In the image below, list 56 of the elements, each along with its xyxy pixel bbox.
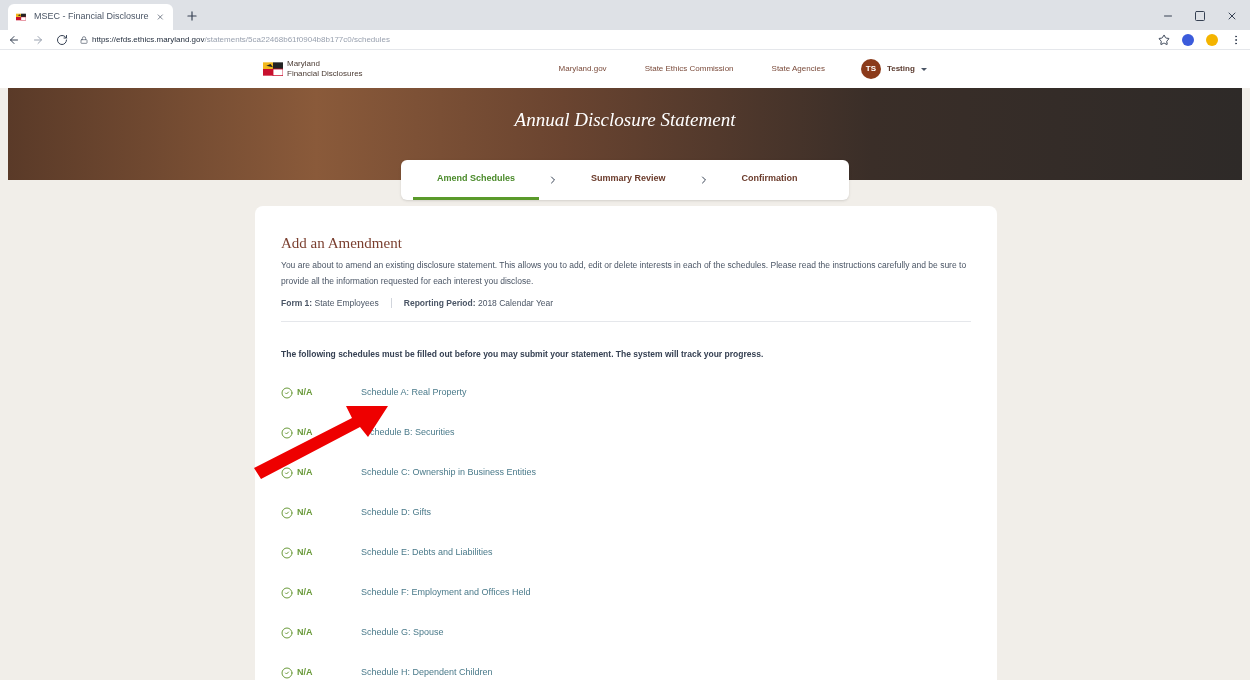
intro-text: You are about to amend an existing disclosure statement. This allows you to add, edit or delete interests in each of the schedules. Please read the instructions carefully and be sure to provide all the information requested for each interest you disclose. [281,258,968,288]
check-circle-icon [281,427,293,439]
status-label: N/A [297,546,313,560]
url-path: /statements/5ca22468b61f0904b8b177c0/schedules [204,33,390,46]
browser-tab[interactable]: MSEC - Financial Disclosure [8,4,173,30]
check-circle-icon [281,627,293,639]
step-tab[interactable]: Confirmation [717,160,822,200]
form-label: Form 1: State Employees [281,296,379,310]
status-label: N/A [297,386,313,400]
restore-icon[interactable] [1194,10,1206,22]
card-title: Add an Amendment [281,234,403,253]
check-circle-icon [281,467,293,479]
user-name: Testing [886,63,915,75]
nav-link[interactable]: Maryland.gov [558,63,607,75]
step-tab[interactable]: Summary Review [567,160,690,200]
back-icon[interactable] [8,33,20,46]
check-circle-icon [281,507,293,519]
nav-link[interactable]: State Agencies [771,63,825,75]
flag-logo-icon [263,62,283,76]
status-label: N/A [297,466,313,480]
bookmark-star-icon[interactable] [1158,33,1170,46]
lock-icon [80,35,88,44]
status-label: N/A [297,506,313,520]
hero-title: Annual Disclosure Statement [514,108,736,130]
user-menu[interactable]: TS Testing [860,59,927,79]
schedule-link[interactable]: Schedule D: Gifts [361,506,432,520]
caret-icon [920,67,927,71]
url-host: https://efds.ethics.maryland.gov [92,33,205,46]
status-label: N/A [297,666,313,680]
user-avatar: TS [860,59,881,79]
check-circle-icon [281,667,293,679]
schedule-link[interactable]: Schedule E: Debts and Liabilities [361,546,493,560]
check-circle-icon [281,547,293,559]
step-tab[interactable]: Amend Schedules [413,160,540,200]
schedule-link[interactable]: Schedule C: Ownership in Business Entities [361,466,537,480]
nav-link[interactable]: State Ethics Commission [644,63,734,75]
period-label: Reporting Period: 2018 Calendar Year [403,296,554,310]
reload-icon[interactable] [56,33,68,46]
schedule-link[interactable]: Schedule G: Spouse [361,626,444,640]
status-label: N/A [297,586,313,600]
status-label: N/A [297,626,313,640]
extension-icon[interactable] [1182,33,1194,46]
notice-text: The following schedules must be filled out before you may submit your statement. The system will track your progress. [281,348,765,361]
schedule-link[interactable]: Schedule A: Real Property [361,386,467,400]
close-icon[interactable] [1226,10,1238,22]
logo-title: Maryland [287,59,321,69]
new-tab-icon[interactable] [185,9,199,23]
status-label: N/A [297,426,313,440]
url-field[interactable]: https://efds.ethics.maryland.gov/statements/5ca22468b61f0904b8b177c0/schedules [80,33,1146,46]
schedule-link[interactable]: Schedule F: Employment and Offices Held [361,586,531,600]
logo-subtitle: Financial Disclosures [287,69,363,79]
flag-logo-icon [16,12,26,22]
check-circle-icon [281,587,293,599]
schedule-link[interactable]: chedule B: Securities [370,426,455,440]
check-circle-icon [281,387,293,399]
schedule-link[interactable]: Schedule H: Dependent Children [361,666,493,680]
